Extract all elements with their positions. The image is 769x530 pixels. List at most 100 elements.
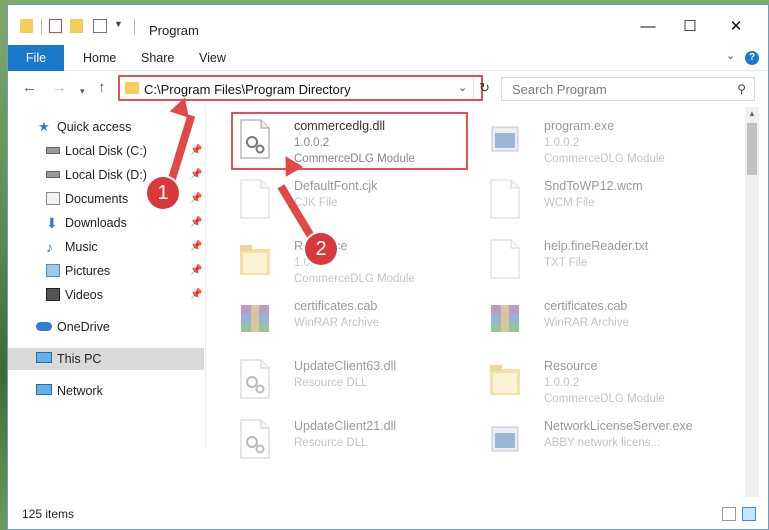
pin-icon[interactable]: 📌 <box>190 260 202 282</box>
music-icon: ♪ <box>46 239 53 255</box>
callout-1: 1 <box>147 177 179 209</box>
sidebar-item-onedrive[interactable]: OneDrive <box>8 316 204 338</box>
file-icon <box>490 239 520 279</box>
winrar-icon <box>491 305 519 332</box>
back-arrow-icon[interactable]: ← <box>22 80 37 96</box>
explorer-window: ▼ Program — ☐ ✕ File Home Share View ⌄ ?… <box>7 4 769 530</box>
scroll-thumb[interactable] <box>747 123 757 175</box>
file-item-certificates[interactable]: certificates.cab WinRAR Archive <box>483 295 723 351</box>
navigation-bar: ← → ▾ ↑ C:\Program Files\Program Directo… <box>8 71 768 107</box>
file-name: program.exe <box>544 119 615 133</box>
sidebar-item-network[interactable]: Network <box>8 380 204 402</box>
file-item-networklicenseserver[interactable]: NetworkLicenseServer.exe ABBY network li… <box>483 415 723 471</box>
maximize-button[interactable]: ☐ <box>679 19 701 35</box>
file-name: SndToWP12.wcm <box>544 179 643 193</box>
help-icon[interactable]: ? <box>745 51 759 65</box>
folder-icon[interactable] <box>20 19 33 33</box>
sidebar-item-this-pc[interactable]: This PC <box>8 348 204 370</box>
forward-arrow-icon[interactable]: → <box>52 80 67 96</box>
file-item-resource[interactable]: Resource 1.0.0.2 CommerceDLG Module <box>483 355 723 411</box>
documents-icon <box>46 192 60 205</box>
file-type: CJK File <box>294 197 338 209</box>
search-input[interactable]: Search Program ⚲ <box>501 77 755 101</box>
chevron-down-icon[interactable]: ⌄ <box>726 49 735 62</box>
pin-icon[interactable]: 📌 <box>190 164 202 186</box>
new-folder-icon[interactable] <box>70 19 83 33</box>
status-bar: 125 items <box>8 499 768 529</box>
title-bar: ▼ Program — ☐ ✕ <box>8 5 768 45</box>
folder-icon <box>490 365 520 395</box>
details-view-icon[interactable] <box>722 507 736 521</box>
sidebar-item-music[interactable]: ♪ Music 📌 <box>8 236 204 258</box>
up-arrow-icon[interactable]: ↑ <box>98 80 106 96</box>
chevron-down-icon[interactable]: ▼ <box>114 19 123 35</box>
window-title: Program <box>149 23 199 38</box>
file-name: Resource <box>544 359 598 373</box>
file-name: UpdateClient21.dll <box>294 419 397 433</box>
file-type: ABBY network licens... <box>544 437 661 449</box>
tab-home[interactable]: Home <box>83 45 116 71</box>
refresh-icon[interactable]: ↻ <box>473 77 495 99</box>
pin-icon[interactable]: 📌 <box>190 140 202 162</box>
exe-icon <box>491 426 519 452</box>
drive-icon <box>46 147 60 154</box>
chevron-down-icon[interactable]: ⌄ <box>458 81 467 94</box>
address-bar[interactable]: C:\Program Files\Program Directory ⌄ ↻ <box>118 75 490 101</box>
file-item-program-exe[interactable]: program.exe 1.0.0.2 CommerceDLG Module <box>483 115 723 171</box>
pin-icon[interactable]: 📌 <box>190 212 202 234</box>
close-button[interactable]: ✕ <box>725 19 747 35</box>
minimize-button[interactable]: — <box>637 19 659 35</box>
winrar-icon <box>241 305 269 332</box>
sidebar-item-label: Quick access <box>57 120 132 134</box>
divider <box>134 19 135 35</box>
file-item-updateclient63[interactable]: UpdateClient63.dll Resource DLL <box>233 355 473 411</box>
tab-view[interactable]: View <box>199 45 226 71</box>
sidebar-item-videos[interactable]: Videos 📌 <box>8 284 204 306</box>
item-count: 125 items <box>22 507 75 521</box>
customize-icon[interactable] <box>93 19 107 33</box>
file-icon <box>490 179 520 219</box>
sidebar-item-label: Documents <box>65 192 129 206</box>
file-item-help-finereader[interactable]: help.fineReader.txt TXT File <box>483 235 723 291</box>
file-name: DefaultFont.cjk <box>294 179 378 193</box>
file-item-sndtowp12[interactable]: SndToWP12.wcm WCM File <box>483 175 723 231</box>
drive-icon <box>46 171 60 178</box>
file-type: Resource DLL <box>294 377 368 389</box>
file-item-updateclient21[interactable]: UpdateClient21.dll Resource DLL <box>233 415 473 471</box>
folder-icon <box>240 245 270 275</box>
search-icon[interactable]: ⚲ <box>737 82 746 96</box>
file-type: TXT File <box>544 257 588 269</box>
file-name: UpdateClient63.dll <box>294 359 397 373</box>
file-version: 1.0.0.2 <box>544 137 580 149</box>
tab-share[interactable]: Share <box>141 45 174 71</box>
sidebar-item-downloads[interactable]: ⬇ Downloads 📌 <box>8 212 204 234</box>
scroll-up-icon[interactable]: ▲ <box>748 109 756 118</box>
file-item-resource[interactable]: Resource 1.0.0.2 CommerceDLG Module <box>233 235 473 291</box>
file-type: Resource DLL <box>294 437 368 449</box>
file-description: CommerceDLG Module <box>544 393 665 405</box>
sidebar-item-label: Downloads <box>65 216 127 230</box>
pin-icon[interactable]: 📌 <box>190 236 202 258</box>
tiles-view-icon[interactable] <box>742 507 756 521</box>
recent-chevron-icon[interactable]: ▾ <box>80 83 85 99</box>
file-description: CommerceDLG Module <box>544 153 665 165</box>
vertical-scrollbar[interactable]: ▲ <box>745 107 759 497</box>
file-item-certificates[interactable]: certificates.cab WinRAR Archive <box>233 295 473 351</box>
network-icon <box>36 384 52 395</box>
pin-icon[interactable]: 📌 <box>190 188 202 210</box>
sidebar-item-quick-access[interactable]: ★ Quick access <box>8 116 204 138</box>
tab-file[interactable]: File <box>8 45 64 71</box>
properties-icon[interactable] <box>49 19 62 33</box>
pin-icon[interactable]: 📌 <box>190 284 202 306</box>
file-icon <box>240 179 270 219</box>
file-type: WinRAR Archive <box>544 317 629 329</box>
sidebar-item-label: Local Disk (D:) <box>65 168 147 182</box>
dll-icon <box>240 419 270 459</box>
file-name: help.fineReader.txt <box>544 239 649 253</box>
file-description: CommerceDLG Module <box>294 273 415 285</box>
search-placeholder[interactable]: Search Program <box>512 82 607 97</box>
file-item-defaultfont[interactable]: DefaultFont.cjk CJK File <box>233 175 473 231</box>
pictures-icon <box>46 264 60 277</box>
file-version: 1.0.0.2 <box>544 377 580 389</box>
sidebar-item-pictures[interactable]: Pictures 📌 <box>8 260 204 282</box>
